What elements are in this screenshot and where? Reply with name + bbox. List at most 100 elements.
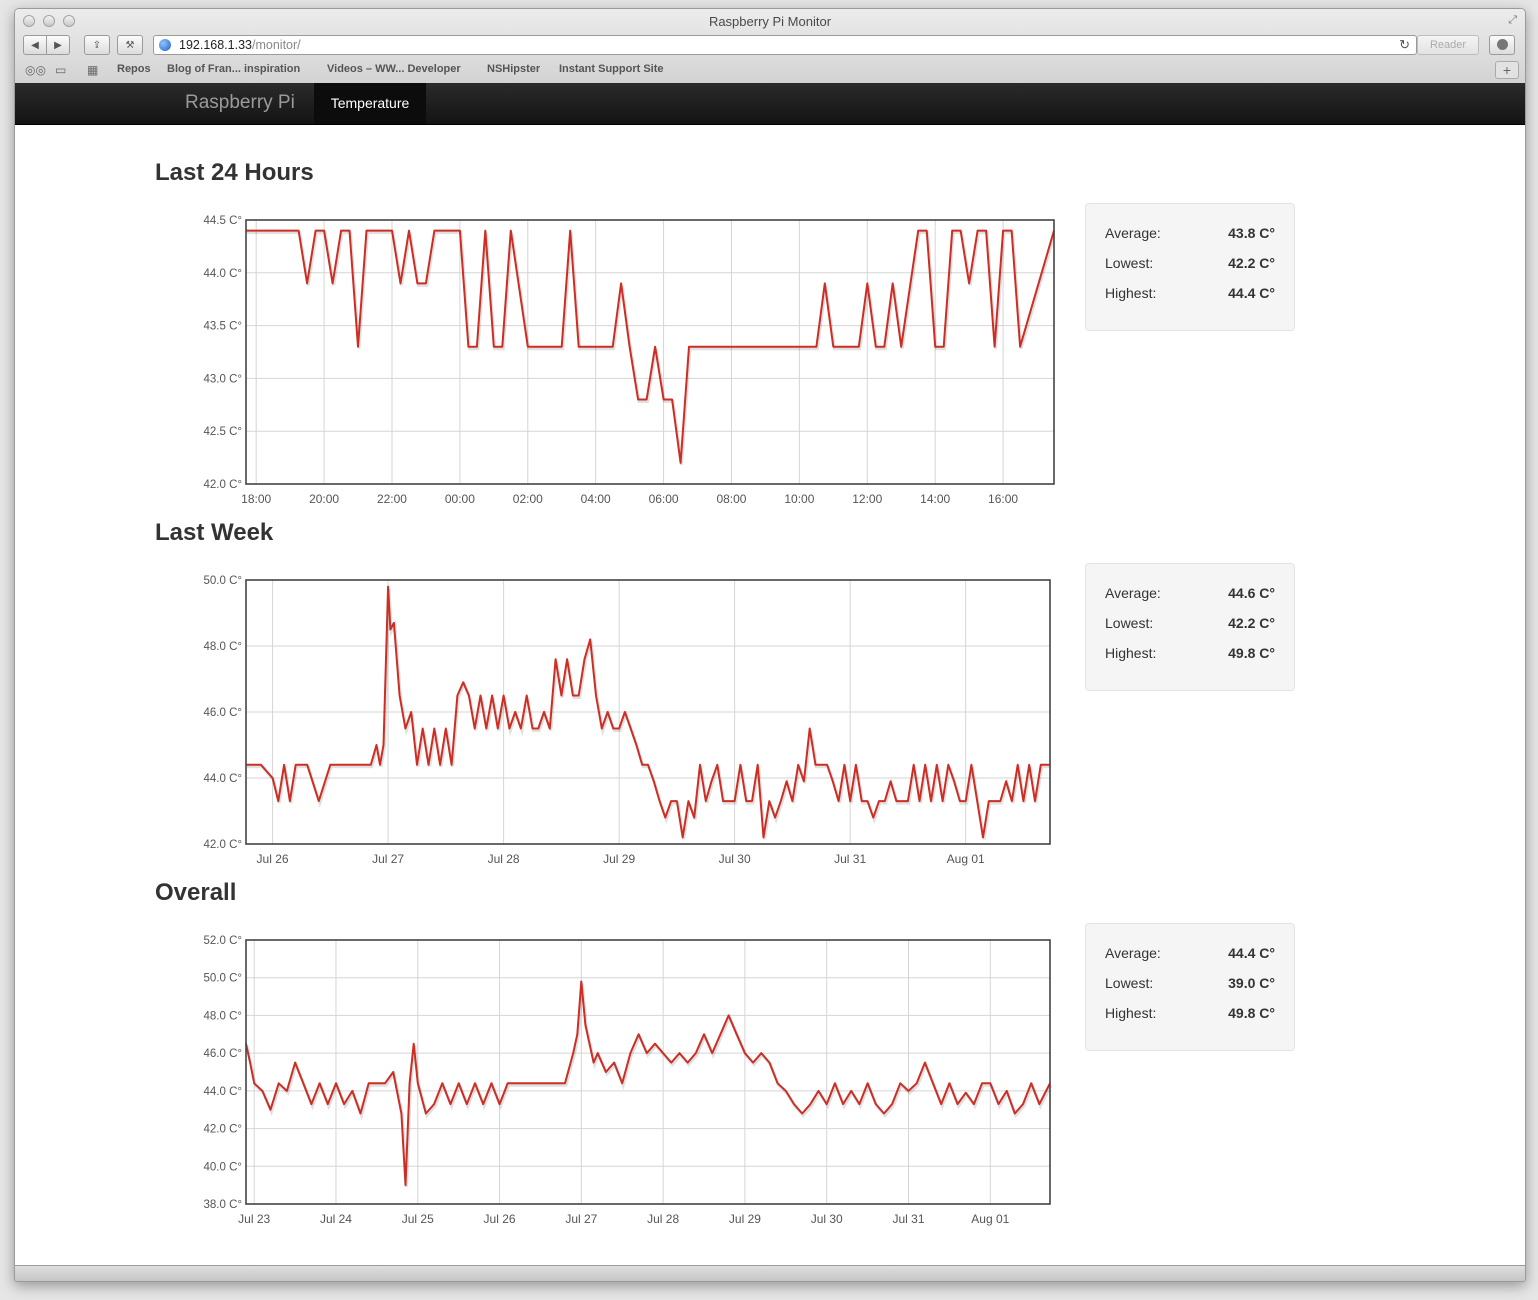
bookmark-blog[interactable]: Blog of Fran... inspiration xyxy=(167,63,300,75)
x-tick-label: Jul 30 xyxy=(719,852,751,866)
title-bar: Raspberry Pi Monitor ⤢ ◀ ▶ ⇪ ⚒ 192.168.1… xyxy=(15,9,1525,84)
bookmark-repos[interactable]: Repos xyxy=(117,63,151,75)
y-tick-label: 42.0 C° xyxy=(204,1124,242,1136)
status-bar xyxy=(15,1265,1525,1281)
brand-link[interactable]: Raspberry Pi xyxy=(185,92,295,114)
x-tick-label: Jul 23 xyxy=(238,1212,270,1226)
window-title: Raspberry Pi Monitor xyxy=(708,14,832,29)
y-tick-label: 44.0 C° xyxy=(204,773,242,785)
x-tick-label: 20:00 xyxy=(309,492,339,506)
x-tick-label: Jul 25 xyxy=(402,1212,434,1226)
stat-row-lowest: Lowest: 42.2 C° xyxy=(1105,615,1275,631)
stat-value-average: 44.6 C° xyxy=(1228,585,1275,601)
bookmark-videos[interactable]: Videos – WW... Developer xyxy=(327,63,461,75)
download-icon xyxy=(1497,39,1508,50)
browser-window: Raspberry Pi Monitor ⤢ ◀ ▶ ⇪ ⚒ 192.168.1… xyxy=(14,8,1526,1282)
new-tab-button[interactable]: + xyxy=(1495,61,1519,79)
top-sites-grid-icon[interactable]: ▦ xyxy=(87,63,98,77)
x-tick-label: Jul 26 xyxy=(484,1212,516,1226)
reading-list-icon[interactable]: ◎◎ xyxy=(25,63,46,77)
y-tick-label: 44.0 C° xyxy=(204,1086,242,1098)
share-button[interactable]: ⇪ xyxy=(84,35,110,55)
section-title-last-week: Last Week xyxy=(155,519,274,546)
bookmark-instant-support[interactable]: Instant Support Site xyxy=(559,63,664,75)
stat-row-lowest: Lowest: 42.2 C° xyxy=(1105,255,1275,271)
stat-value-lowest: 39.0 C° xyxy=(1228,975,1275,991)
stat-label-highest: Highest: xyxy=(1105,1005,1157,1021)
stat-value-highest: 49.8 C° xyxy=(1228,645,1275,661)
stat-label-average: Average: xyxy=(1105,585,1161,601)
x-tick-label: Jul 28 xyxy=(488,852,520,866)
y-tick-label: 38.0 C° xyxy=(204,1199,242,1211)
chart-last-24-hours: 44.5 C° 44.0 C° 43.5 C° 43.0 C° 42.5 C° 42.0 … xyxy=(204,215,1055,506)
y-tick-label: 50.0 C° xyxy=(204,575,242,587)
nav-tab-temperature[interactable]: Temperature xyxy=(314,83,426,124)
section-title-last-24-hours: Last 24 Hours xyxy=(155,159,314,186)
y-tick-label: 52.0 C° xyxy=(204,935,242,947)
x-tick-label: 12:00 xyxy=(852,492,882,506)
stat-value-lowest: 42.2 C° xyxy=(1228,255,1275,271)
y-tick-label: 48.0 C° xyxy=(204,1010,242,1022)
stat-row-average: Average: 44.4 C° xyxy=(1105,945,1275,961)
bookmark-nshipster[interactable]: NSHipster xyxy=(487,63,540,75)
x-tick-label: Jul 29 xyxy=(603,852,635,866)
x-tick-label: 02:00 xyxy=(513,492,543,506)
stat-row-average: Average: 43.8 C° xyxy=(1105,225,1275,241)
top-navbar: Raspberry Pi Temperature xyxy=(15,83,1525,125)
x-tick-label: 04:00 xyxy=(581,492,611,506)
forward-arrow-icon: ▶ xyxy=(54,39,62,51)
settings-button[interactable]: ⚒ xyxy=(117,35,143,55)
stat-value-lowest: 42.2 C° xyxy=(1228,615,1275,631)
x-tick-label: Jul 30 xyxy=(811,1212,843,1226)
y-tick-label: 46.0 C° xyxy=(204,707,242,719)
stat-label-average: Average: xyxy=(1105,225,1161,241)
stat-value-average: 44.4 C° xyxy=(1228,945,1275,961)
forward-button[interactable]: ▶ xyxy=(46,35,70,55)
y-tick-label: 44.0 C° xyxy=(204,268,242,280)
y-tick-label: 42.0 C° xyxy=(204,479,242,491)
x-tick-label: 16:00 xyxy=(988,492,1018,506)
share-icon: ⇪ xyxy=(92,39,102,51)
bookmarks-book-icon[interactable]: ▭ xyxy=(55,63,66,77)
plot-area xyxy=(246,220,1054,484)
x-tick-label: 18:00 xyxy=(241,492,271,506)
address-bar[interactable]: 192.168.1.33/monitor/ ↻ xyxy=(153,35,1417,55)
x-tick-label: 14:00 xyxy=(920,492,950,506)
y-tick-label: 43.5 C° xyxy=(204,321,242,333)
downloads-button[interactable] xyxy=(1489,35,1515,55)
y-tick-label: 44.5 C° xyxy=(204,215,242,227)
stat-row-highest: Highest: 49.8 C° xyxy=(1105,645,1275,661)
x-tick-label: Jul 31 xyxy=(834,852,866,866)
stats-panel-overall: Average: 44.4 C° Lowest: 39.0 C° Highest: 4… xyxy=(1085,923,1295,1051)
x-tick-label: Jul 28 xyxy=(647,1212,679,1226)
stat-label-lowest: Lowest: xyxy=(1105,975,1154,991)
url-path: /monitor/ xyxy=(252,38,301,52)
stat-label-lowest: Lowest: xyxy=(1105,255,1154,271)
y-tick-label: 48.0 C° xyxy=(204,641,242,653)
x-tick-label: Aug 01 xyxy=(971,1212,1009,1226)
x-tick-label: Jul 27 xyxy=(372,852,404,866)
y-tick-label: 50.0 C° xyxy=(204,973,242,985)
stat-label-lowest: Lowest: xyxy=(1105,615,1154,631)
globe-icon xyxy=(159,39,171,51)
reader-button[interactable]: Reader xyxy=(1417,35,1479,55)
stat-label-highest: Highest: xyxy=(1105,645,1157,661)
x-tick-label: 00:00 xyxy=(445,492,475,506)
x-tick-label: Jul 24 xyxy=(320,1212,352,1226)
y-tick-label: 40.0 C° xyxy=(204,1161,242,1173)
url-host: 192.168.1.33 xyxy=(179,38,252,52)
x-tick-label: 06:00 xyxy=(649,492,679,506)
chart-overall: 52.0 C° 50.0 C° 48.0 C° 46.0 C° 44.0 C° 42.0 … xyxy=(204,935,1053,1226)
stat-value-highest: 44.4 C° xyxy=(1228,285,1275,301)
stat-label-average: Average: xyxy=(1105,945,1161,961)
fullscreen-icon[interactable]: ⤢ xyxy=(1508,14,1517,27)
wrench-icon: ⚒ xyxy=(125,39,135,51)
reload-icon[interactable]: ↻ xyxy=(1399,36,1410,54)
back-button[interactable]: ◀ xyxy=(23,35,47,55)
stat-label-highest: Highest: xyxy=(1105,285,1157,301)
y-tick-label: 42.0 C° xyxy=(204,839,242,851)
stat-value-average: 43.8 C° xyxy=(1228,225,1275,241)
x-tick-label: Jul 26 xyxy=(257,852,289,866)
x-tick-label: Jul 27 xyxy=(565,1212,597,1226)
bookmarks-bar: ◎◎ ▭ ▦ Repos Blog of Fran... inspiration… xyxy=(15,61,1525,79)
